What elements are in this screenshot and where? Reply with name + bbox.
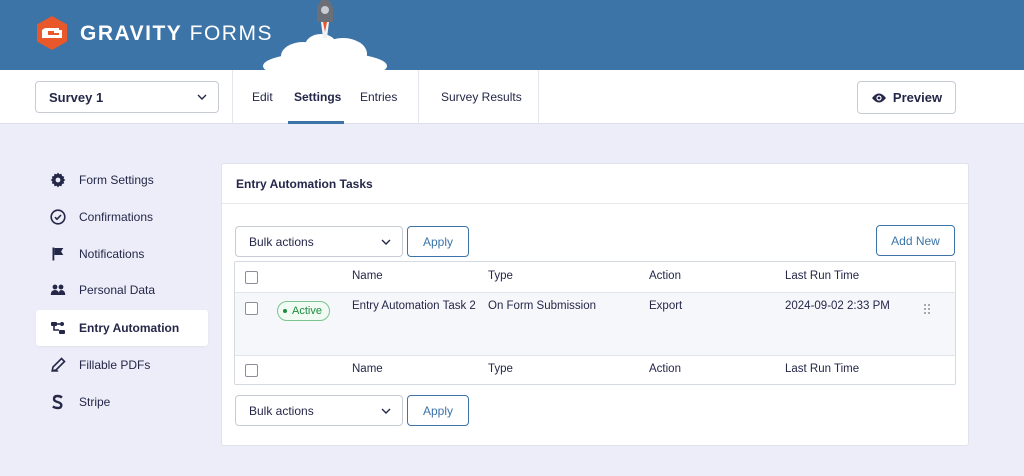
sidebar-item-notifications[interactable]: Notifications (36, 236, 208, 272)
brand-wordmark: GRAVITY FORMS (80, 22, 273, 46)
add-new-button[interactable]: Add New (876, 225, 955, 256)
status-label: Active (292, 305, 322, 317)
sidebar-item-label: Notifications (79, 247, 145, 261)
tasks-table: Name Type Action Last Run Time Active En… (234, 261, 956, 385)
sidebar-item-entry-automation[interactable]: Entry Automation (36, 310, 208, 346)
brand-bold: GRAVITY (80, 22, 183, 45)
column-footer-action[interactable]: Action (649, 363, 681, 375)
sidebar-item-label: Entry Automation (79, 321, 180, 335)
tab-settings[interactable]: Settings (294, 90, 341, 104)
sidebar-item-form-settings[interactable]: Form Settings (36, 162, 208, 198)
sidebar-item-label: Fillable PDFs (79, 358, 151, 372)
sidebar-item-label: Form Settings (79, 173, 154, 187)
column-header-type[interactable]: Type (488, 270, 513, 282)
table-header-row: Name Type Action Last Run Time (235, 262, 955, 292)
gear-icon (49, 171, 67, 189)
sidebar-item-confirmations[interactable]: Confirmations (36, 199, 208, 235)
task-last-run: 2024-09-02 2:33 PM (785, 300, 890, 312)
apply-button-top[interactable]: Apply (407, 226, 469, 257)
eye-icon (871, 93, 886, 102)
pen-icon (49, 356, 67, 374)
status-dot-icon (283, 309, 287, 313)
table-footer-row: Name Type Action Last Run Time (235, 356, 955, 384)
task-type: On Form Submission (488, 300, 597, 312)
column-footer-type[interactable]: Type (488, 363, 513, 375)
stripe-icon (49, 393, 67, 411)
rocket-illustration (263, 0, 387, 70)
sidebar-item-label: Confirmations (79, 210, 154, 224)
chevron-down-icon (197, 94, 207, 100)
active-tab-indicator (288, 121, 344, 124)
preview-label: Preview (892, 90, 943, 105)
apply-button-bottom[interactable]: Apply (407, 395, 469, 426)
sidebar-item-stripe[interactable]: Stripe (36, 384, 208, 420)
column-header-name[interactable]: Name (352, 270, 383, 282)
bulk-actions-label: Bulk actions (249, 234, 314, 249)
bulk-actions-select-top[interactable]: Bulk actions (235, 226, 403, 257)
sidebar-item-label: Personal Data (79, 283, 156, 297)
bulk-actions-label: Bulk actions (249, 403, 314, 418)
column-header-last-run[interactable]: Last Run Time (785, 270, 859, 282)
panel-divider (222, 203, 968, 204)
tab-edit[interactable]: Edit (252, 90, 273, 104)
status-badge: Active (277, 301, 330, 321)
drag-handle-icon[interactable] (923, 303, 931, 315)
row-checkbox[interactable] (245, 302, 258, 315)
gravity-forms-logo (37, 16, 67, 50)
sidebar-item-label: Stripe (79, 395, 111, 409)
select-all-checkbox[interactable] (245, 271, 258, 284)
column-footer-last-run[interactable]: Last Run Time (785, 363, 859, 375)
tab-entries[interactable]: Entries (360, 90, 397, 104)
chevron-down-icon (381, 239, 391, 245)
toolbar-divider (232, 70, 233, 124)
sidebar-item-fillable-pdfs[interactable]: Fillable PDFs (36, 347, 208, 383)
form-toolbar: Survey 1 Edit Settings Entries Survey Re… (0, 70, 1024, 124)
task-name[interactable]: Entry Automation Task 2 (352, 300, 476, 312)
check-circle-icon (49, 208, 67, 226)
tab-survey-results[interactable]: Survey Results (441, 90, 522, 104)
panel-title: Entry Automation Tasks (236, 177, 373, 191)
automation-icon (49, 319, 67, 337)
entry-automation-panel: Entry Automation Tasks Bulk actions Appl… (221, 163, 969, 446)
people-icon (49, 281, 67, 299)
select-all-checkbox-footer[interactable] (245, 364, 258, 377)
chevron-down-icon (381, 408, 391, 414)
toolbar-divider (418, 70, 419, 124)
flag-icon (49, 245, 67, 263)
top-header: GRAVITY FORMS (0, 0, 1024, 70)
table-row[interactable]: Active Entry Automation Task 2 On Form S… (235, 293, 955, 355)
form-selector[interactable]: Survey 1 (35, 81, 219, 113)
sidebar-item-personal-data[interactable]: Personal Data (36, 272, 208, 308)
column-header-action[interactable]: Action (649, 270, 681, 282)
preview-button[interactable]: Preview (857, 81, 956, 114)
task-action: Export (649, 300, 683, 312)
toolbar-divider (538, 70, 539, 124)
bulk-actions-select-bottom[interactable]: Bulk actions (235, 395, 403, 426)
column-footer-name[interactable]: Name (352, 363, 383, 375)
form-selector-value: Survey 1 (49, 89, 104, 105)
